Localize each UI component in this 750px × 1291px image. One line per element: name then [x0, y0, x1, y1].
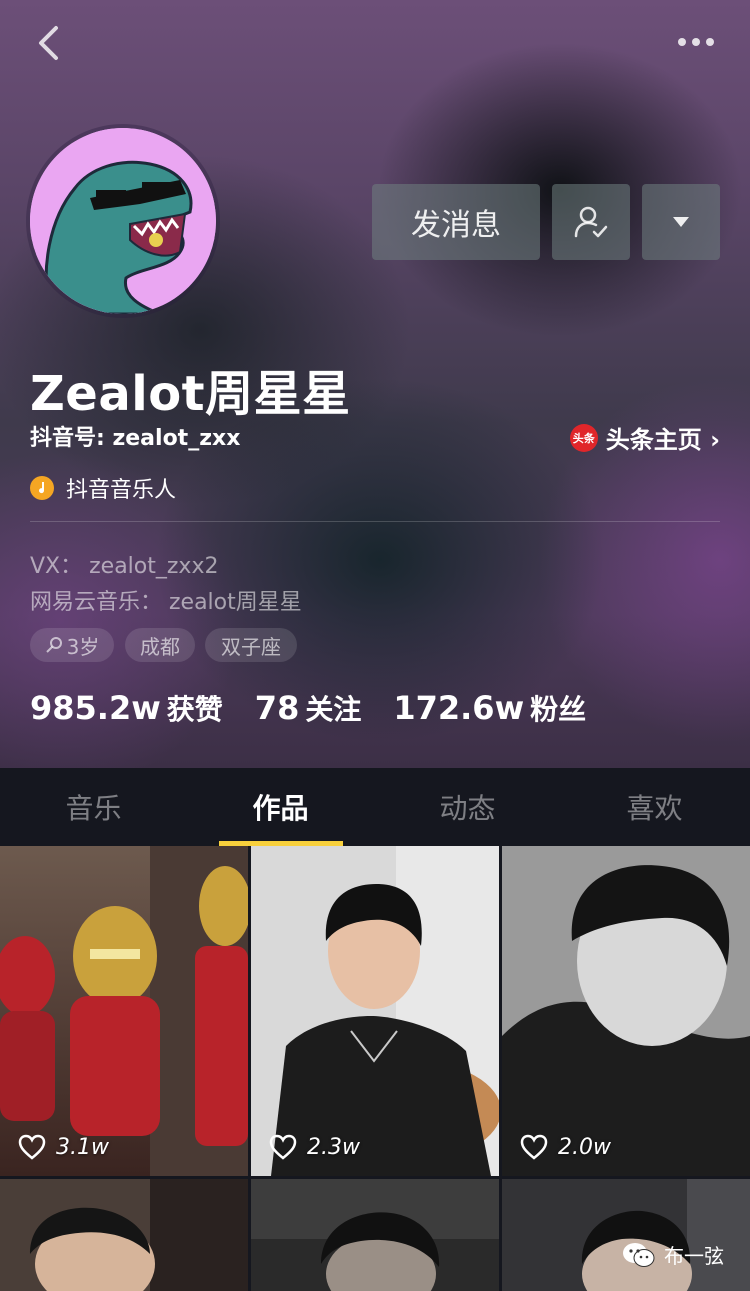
- tab-works[interactable]: 作品: [187, 768, 374, 846]
- video-tile[interactable]: [0, 1179, 248, 1291]
- heart-icon: [18, 1134, 46, 1160]
- stat-fans-label: 粉丝: [530, 693, 587, 726]
- send-message-button[interactable]: 发消息: [372, 184, 540, 260]
- toutiao-label: 头条主页 ›: [605, 426, 720, 454]
- tab-activity[interactable]: 动态: [374, 768, 561, 846]
- follow-button[interactable]: [552, 184, 630, 260]
- divider: [30, 521, 720, 522]
- video-tile[interactable]: 2.0w: [502, 846, 750, 1176]
- douyin-id: 抖音号: zealot_zxx: [30, 426, 241, 451]
- video-tile[interactable]: [502, 1179, 750, 1291]
- stat-following-number: 78: [254, 689, 300, 727]
- avatar[interactable]: [30, 128, 216, 314]
- wechat-icon: [623, 1242, 655, 1267]
- video-tile[interactable]: [251, 1179, 499, 1291]
- stat-following-label: 关注: [305, 693, 362, 726]
- stat-fans[interactable]: 172.6w 粉丝: [393, 688, 586, 728]
- heart-icon: [520, 1134, 548, 1160]
- video-likes: 2.0w: [520, 1134, 611, 1160]
- heart-icon: [269, 1134, 297, 1160]
- musician-badge: 抖音音乐人: [30, 472, 176, 504]
- tag-city: 成都: [125, 628, 195, 662]
- more-icon[interactable]: [676, 32, 716, 50]
- stat-following[interactable]: 78 关注: [255, 688, 362, 728]
- dropdown-button[interactable]: [642, 184, 720, 260]
- bio-vx: VX： zealot_zxx2: [30, 554, 219, 579]
- stat-fans-number: 172.6w: [393, 689, 525, 727]
- music-note-icon: [30, 476, 54, 500]
- video-likes: 2.3w: [269, 1134, 360, 1160]
- stat-likes-number: 985.2w: [30, 689, 161, 727]
- tab-music[interactable]: 音乐: [0, 768, 187, 846]
- toutiao-home-link[interactable]: 头条 头条主页 ›: [569, 420, 720, 455]
- bio-netease: 网易云音乐： zealot周星星: [30, 590, 302, 615]
- tab-bar: 音乐 作品 动态 喜欢: [0, 768, 750, 846]
- watermark-label: 布一弦: [664, 1244, 724, 1268]
- tag-age-label: 3岁: [66, 634, 100, 659]
- musician-label: 抖音音乐人: [66, 478, 177, 503]
- watermark: 布一弦: [622, 1240, 724, 1269]
- stat-likes[interactable]: 985.2w 获赞: [30, 688, 223, 728]
- user-check-icon: [574, 206, 608, 238]
- stat-likes-label: 获赞: [166, 693, 223, 726]
- stats-row: 985.2w 获赞 78 关注 172.6w 粉丝: [30, 688, 618, 728]
- video-tile[interactable]: 2.3w: [251, 846, 499, 1176]
- gender-icon: [45, 637, 62, 653]
- toutiao-icon: 头条: [569, 423, 598, 452]
- profile-name: Zealot周星星: [30, 366, 351, 422]
- tab-likes[interactable]: 喜欢: [561, 768, 748, 846]
- back-icon[interactable]: [34, 24, 62, 62]
- caret-down-icon: [673, 217, 689, 227]
- video-tile[interactable]: 3.1w: [0, 846, 248, 1176]
- tag-zodiac: 双子座: [205, 628, 297, 662]
- video-likes: 3.1w: [18, 1134, 109, 1160]
- tag-age: 3岁: [30, 628, 114, 662]
